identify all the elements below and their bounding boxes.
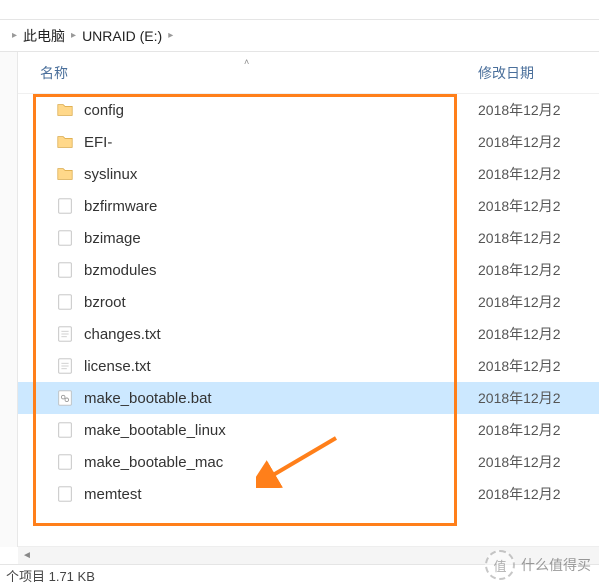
sort-ascending-icon: ˄ xyxy=(244,57,249,67)
file-name: bzimage xyxy=(84,230,141,247)
navigation-pane[interactable] xyxy=(0,52,18,547)
file-name: syslinux xyxy=(84,166,137,183)
file-date: 2018年12月2 xyxy=(470,164,599,184)
file-row[interactable]: make_bootable.bat 2018年12月2 xyxy=(18,382,599,414)
file-icon xyxy=(56,453,74,471)
column-header-date[interactable]: 修改日期 xyxy=(470,63,599,83)
txt-icon xyxy=(56,325,74,343)
breadcrumb-drive[interactable]: UNRAID (E:) xyxy=(82,28,162,44)
column-header-name-label: 名称 xyxy=(40,65,68,81)
file-date: 2018年12月2 xyxy=(470,132,599,152)
watermark: 值 什么值得买 xyxy=(485,550,591,580)
ribbon-bar xyxy=(0,0,599,20)
file-name: EFI- xyxy=(84,134,112,151)
folder-icon xyxy=(56,133,74,151)
file-date: 2018年12月2 xyxy=(470,452,599,472)
file-date: 2018年12月2 xyxy=(470,260,599,280)
file-name: config xyxy=(84,102,124,119)
txt-icon xyxy=(56,357,74,375)
file-date: 2018年12月2 xyxy=(470,228,599,248)
column-header-row: ˄ 名称 修改日期 xyxy=(18,52,599,94)
file-name: changes.txt xyxy=(84,326,161,343)
file-icon xyxy=(56,197,74,215)
watermark-badge-icon: 值 xyxy=(485,550,515,580)
file-name: memtest xyxy=(84,486,142,503)
watermark-text: 什么值得买 xyxy=(521,555,591,575)
folder-icon xyxy=(56,165,74,183)
file-date: 2018年12月2 xyxy=(470,292,599,312)
file-row[interactable]: memtest 2018年12月2 xyxy=(18,478,599,510)
file-list: config 2018年12月2 EFI- 2018年12月2 syslinux 2018… xyxy=(18,94,599,510)
address-bar[interactable]: ▸ 此电脑 ▸ UNRAID (E:) ▸ xyxy=(0,20,599,52)
file-icon xyxy=(56,421,74,439)
scroll-left-icon[interactable]: ◄ xyxy=(18,550,36,561)
file-row[interactable]: config 2018年12月2 xyxy=(18,94,599,126)
chevron-icon: ▸ xyxy=(12,30,17,41)
file-row[interactable]: bzimage 2018年12月2 xyxy=(18,222,599,254)
folder-icon xyxy=(56,101,74,119)
file-row[interactable]: changes.txt 2018年12月2 xyxy=(18,318,599,350)
file-date: 2018年12月2 xyxy=(470,484,599,504)
file-name: bzmodules xyxy=(84,262,157,279)
file-list-pane: ˄ 名称 修改日期 config2018年12月2EFI-2018年12月2sy… xyxy=(18,52,599,547)
file-date: 2018年12月2 xyxy=(470,420,599,440)
file-date: 2018年12月2 xyxy=(470,356,599,376)
column-header-name[interactable]: ˄ 名称 xyxy=(18,63,470,83)
file-icon xyxy=(56,485,74,503)
file-name: make_bootable_mac xyxy=(84,454,223,471)
file-row[interactable]: bzmodules 2018年12月2 xyxy=(18,254,599,286)
file-date: 2018年12月2 xyxy=(470,324,599,344)
file-row[interactable]: license.txt 2018年12月2 xyxy=(18,350,599,382)
file-icon xyxy=(56,261,74,279)
file-row[interactable]: make_bootable_linux 2018年12月2 xyxy=(18,414,599,446)
column-header-date-label: 修改日期 xyxy=(478,65,534,81)
file-row[interactable]: bzfirmware 2018年12月2 xyxy=(18,190,599,222)
file-row[interactable]: bzroot 2018年12月2 xyxy=(18,286,599,318)
file-name: bzfirmware xyxy=(84,198,157,215)
chevron-icon: ▸ xyxy=(168,30,173,41)
bat-icon xyxy=(56,389,74,407)
file-row[interactable]: EFI- 2018年12月2 xyxy=(18,126,599,158)
status-text: 个项目 1.71 KB xyxy=(6,566,95,585)
file-name: license.txt xyxy=(84,358,151,375)
file-date: 2018年12月2 xyxy=(470,388,599,408)
file-date: 2018年12月2 xyxy=(470,196,599,216)
file-name: make_bootable_linux xyxy=(84,422,226,439)
file-name: bzroot xyxy=(84,294,126,311)
file-date: 2018年12月2 xyxy=(470,100,599,120)
file-icon xyxy=(56,293,74,311)
file-row[interactable]: syslinux 2018年12月2 xyxy=(18,158,599,190)
breadcrumb-this-pc[interactable]: 此电脑 xyxy=(23,26,65,46)
file-row[interactable]: make_bootable_mac 2018年12月2 xyxy=(18,446,599,478)
chevron-icon: ▸ xyxy=(71,30,76,41)
file-name: make_bootable.bat xyxy=(84,390,212,407)
file-icon xyxy=(56,229,74,247)
